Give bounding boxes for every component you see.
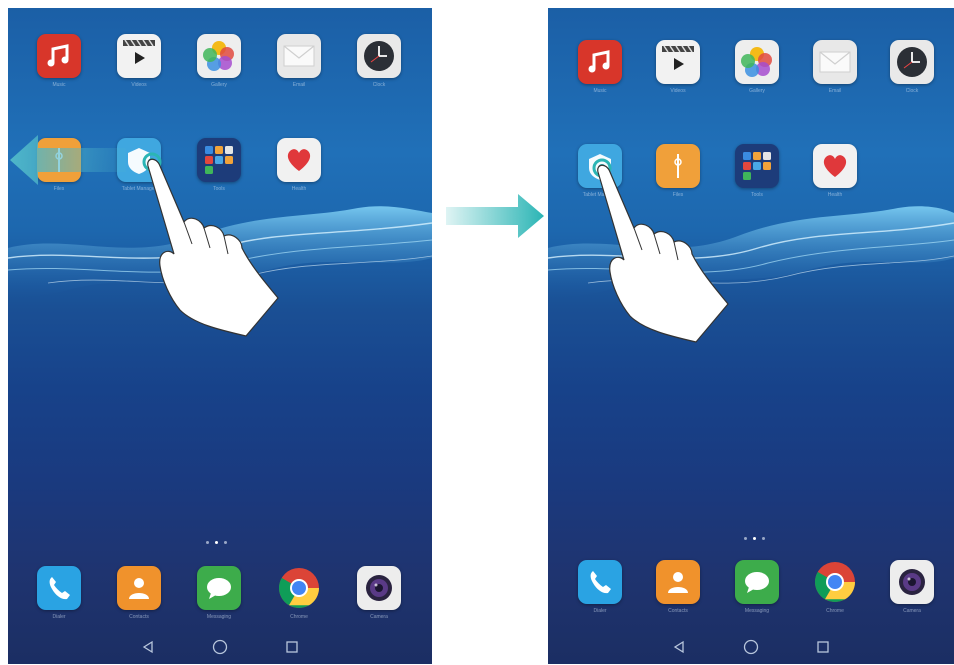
dialer-label: Dialer bbox=[52, 614, 66, 620]
clock-app-icon[interactable] bbox=[357, 34, 401, 78]
health-app-icon[interactable] bbox=[813, 144, 857, 188]
dialer-app-icon[interactable] bbox=[37, 566, 81, 610]
home-screen-after: Music Videos Gallery Email Clock Tablet … bbox=[548, 8, 954, 664]
tools-folder-icon[interactable] bbox=[197, 138, 241, 182]
clock-label: Clock bbox=[372, 82, 386, 88]
files-app-icon[interactable] bbox=[37, 138, 81, 182]
health-label: Health bbox=[291, 186, 307, 192]
gallery-label: Gallery bbox=[211, 82, 227, 88]
page-indicator bbox=[744, 537, 765, 540]
page-dot bbox=[206, 541, 209, 544]
contacts-label: Contacts bbox=[668, 608, 688, 614]
messaging-label: Messaging bbox=[206, 614, 232, 620]
contacts-label: Contacts bbox=[129, 614, 149, 620]
dialer-label: Dialer bbox=[593, 608, 607, 614]
transition-arrow bbox=[446, 194, 544, 238]
page-dot bbox=[224, 541, 227, 544]
chrome-label: Chrome bbox=[290, 614, 308, 620]
contacts-app-icon[interactable] bbox=[117, 566, 161, 610]
camera-app-icon[interactable] bbox=[890, 560, 934, 604]
videos-label: Videos bbox=[131, 82, 147, 88]
messaging-app-icon[interactable] bbox=[735, 560, 779, 604]
page-indicator bbox=[206, 541, 227, 544]
tools-label: Tools bbox=[213, 186, 225, 192]
contacts-app-icon[interactable] bbox=[656, 560, 700, 604]
home-icon[interactable] bbox=[212, 639, 228, 655]
gallery-app-icon[interactable] bbox=[197, 34, 241, 78]
health-app-icon[interactable] bbox=[277, 138, 321, 182]
recents-icon[interactable] bbox=[815, 639, 831, 655]
tools-folder-icon[interactable] bbox=[735, 144, 779, 188]
clock-label: Clock bbox=[905, 88, 919, 94]
home-icon[interactable] bbox=[743, 639, 759, 655]
files-label: Files bbox=[672, 192, 684, 198]
camera-label: Camera bbox=[903, 608, 921, 614]
email-label: Email bbox=[292, 82, 306, 88]
clock-app-icon[interactable] bbox=[890, 40, 934, 84]
music-label: Music bbox=[593, 88, 607, 94]
gallery-label: Gallery bbox=[749, 88, 765, 94]
videos-label: Videos bbox=[670, 88, 686, 94]
chrome-label: Chrome bbox=[826, 608, 844, 614]
messaging-label: Messaging bbox=[744, 608, 770, 614]
tablet-manager-app-icon[interactable] bbox=[578, 144, 622, 188]
videos-app-icon[interactable] bbox=[117, 34, 161, 78]
chrome-app-icon[interactable] bbox=[277, 566, 321, 610]
chrome-app-icon[interactable] bbox=[813, 560, 857, 604]
email-app-icon[interactable] bbox=[277, 34, 321, 78]
tablet-manager-app-icon[interactable] bbox=[117, 138, 161, 182]
files-app-icon[interactable] bbox=[656, 144, 700, 188]
camera-app-icon[interactable] bbox=[357, 566, 401, 610]
tablet-manager-label: Tablet Manager bbox=[121, 186, 157, 192]
navigation-bar bbox=[8, 630, 432, 664]
home-screen-before: Music Videos Gallery Email Clock Files T… bbox=[8, 8, 432, 664]
files-label: Files bbox=[53, 186, 65, 192]
email-app-icon[interactable] bbox=[813, 40, 857, 84]
music-app-icon[interactable] bbox=[37, 34, 81, 78]
music-label: Music bbox=[52, 82, 66, 88]
page-dot bbox=[744, 537, 747, 540]
messaging-app-icon[interactable] bbox=[197, 566, 241, 610]
dialer-app-icon[interactable] bbox=[578, 560, 622, 604]
tablet-manager-label: Tablet Manager bbox=[582, 192, 618, 198]
page-dot bbox=[762, 537, 765, 540]
camera-label: Camera bbox=[370, 614, 388, 620]
music-app-icon[interactable] bbox=[578, 40, 622, 84]
recents-icon[interactable] bbox=[284, 639, 300, 655]
videos-app-icon[interactable] bbox=[656, 40, 700, 84]
page-dot-active bbox=[215, 541, 218, 544]
navigation-bar bbox=[548, 630, 954, 664]
gallery-app-icon[interactable] bbox=[735, 40, 779, 84]
back-icon[interactable] bbox=[671, 639, 687, 655]
health-label: Health bbox=[827, 192, 843, 198]
email-label: Email bbox=[828, 88, 842, 94]
page-dot-active bbox=[753, 537, 756, 540]
back-icon[interactable] bbox=[140, 639, 156, 655]
tools-label: Tools bbox=[751, 192, 763, 198]
